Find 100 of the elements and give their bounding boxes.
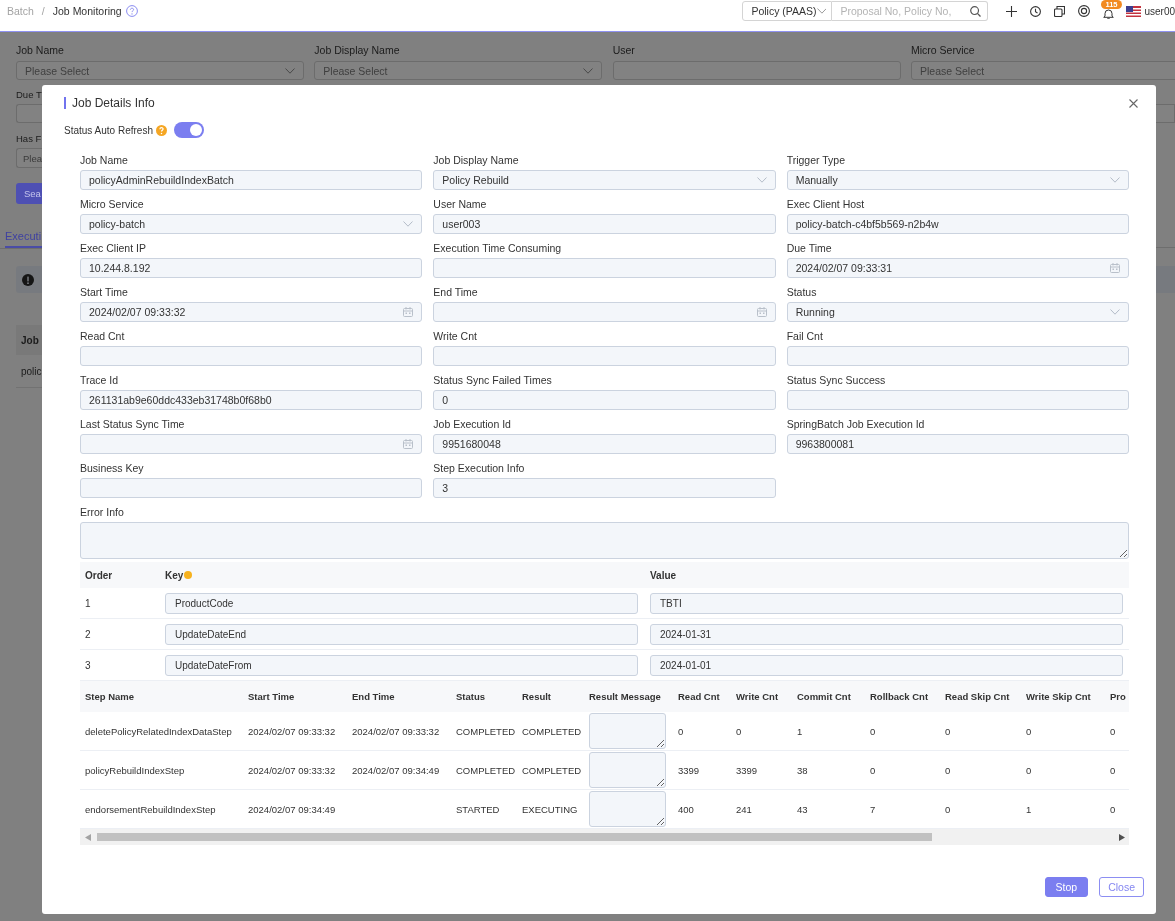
- field-label: Status: [786, 285, 818, 299]
- table-cell: 0: [678, 725, 684, 737]
- bell-icon[interactable]: [1103, 9, 1115, 19]
- table-header-cell-text: Rollback Cnt: [869, 691, 930, 702]
- table-cell: 0: [870, 764, 876, 776]
- search-field[interactable]: Proposal No, Policy No,: [832, 1, 989, 21]
- caret-icon: [583, 67, 594, 74]
- help-icon[interactable]: [125, 5, 138, 17]
- table-header-cell-text: Result: [521, 691, 553, 702]
- text-field[interactable]: 10.244.8.192: [80, 258, 423, 278]
- select-field[interactable]: policy-batch: [80, 214, 423, 234]
- table-cell: 0: [945, 764, 951, 776]
- select-field[interactable]: Manually: [786, 170, 1129, 190]
- table-header-cell: Key: [165, 569, 184, 581]
- target-icon[interactable]: [1078, 5, 1091, 17]
- search-button[interactable]: Sea: [16, 183, 42, 204]
- help-icon[interactable]: [155, 124, 167, 136]
- table-cell: COMPLETED: [456, 764, 516, 776]
- text-field[interactable]: 0: [433, 390, 776, 410]
- table-cell: 38: [797, 764, 808, 776]
- table-cell: 0: [1110, 725, 1116, 737]
- search-icon[interactable]: [970, 6, 982, 17]
- left-arrow-icon[interactable]: [85, 833, 91, 841]
- text-field[interactable]: user003: [433, 214, 776, 234]
- table-cell: 2024/02/07 09:33:32: [352, 725, 440, 737]
- table-header-cell-text: Start Time: [247, 691, 296, 702]
- table-header-cell-text: Result Message: [588, 691, 662, 702]
- table-header-cell: Value: [650, 569, 677, 581]
- table-cell: STARTED: [456, 803, 500, 815]
- table-header-cell-text: End Time: [351, 691, 396, 702]
- field-label: Error Info: [80, 505, 125, 519]
- scope-dropdown[interactable]: Policy (PAAS): [742, 1, 833, 21]
- field-label: Start Time: [80, 285, 129, 299]
- flag-icon[interactable]: [1126, 5, 1142, 17]
- table-header-cell-text: Write Skip Cnt: [1025, 691, 1092, 702]
- table-cell: 2: [85, 628, 91, 640]
- field-label: Exec Client IP: [80, 241, 147, 255]
- text-field[interactable]: policyAdminRebuildIndexBatch: [80, 170, 423, 190]
- dialog-title: Job Details Info: [64, 97, 155, 109]
- date-field[interactable]: 2024/02/07 09:33:31: [786, 258, 1129, 278]
- user-name[interactable]: user00: [1144, 5, 1175, 17]
- close-icon[interactable]: [1129, 98, 1138, 108]
- key-field[interactable]: UpdateDateFrom: [165, 654, 638, 676]
- field-label: Last Status Sync Time: [80, 417, 186, 431]
- key-field[interactable]: UpdateDateEnd: [165, 623, 638, 645]
- select-field[interactable]: Running: [786, 302, 1129, 322]
- input-field[interactable]: [16, 104, 42, 123]
- field-label: Execution Time Consuming: [433, 241, 563, 255]
- text-field[interactable]: 261131ab9e60ddc433eb31748b0f68b0: [80, 390, 423, 410]
- text-field[interactable]: [433, 258, 776, 278]
- text-field[interactable]: [80, 346, 423, 366]
- date-field[interactable]: [433, 302, 776, 322]
- result-message-field[interactable]: [589, 752, 666, 788]
- text-field[interactable]: 9963800081: [786, 434, 1129, 454]
- result-message-field[interactable]: [589, 791, 666, 827]
- date-field[interactable]: 2024/02/07 09:33:32: [80, 302, 423, 322]
- table-cell: COMPLETED: [456, 725, 516, 737]
- table-cell: deletePolicyRelatedIndexDataStep: [85, 725, 232, 737]
- calendar-icon: [403, 307, 414, 317]
- table-header-cell-text: Status: [455, 691, 487, 702]
- caret-icon: [816, 8, 827, 14]
- scrollbar-thumb[interactable]: [97, 833, 932, 841]
- horizontal-scrollbar[interactable]: [80, 829, 1129, 845]
- error-info-field[interactable]: [80, 522, 1129, 559]
- key-field[interactable]: ProductCode: [165, 592, 638, 614]
- field-label: Trigger Type: [786, 153, 847, 167]
- text-field[interactable]: [433, 346, 776, 366]
- field-label: Job Execution Id: [433, 417, 512, 431]
- clock-icon[interactable]: [1030, 5, 1042, 17]
- info-icon: [22, 273, 34, 286]
- text-field[interactable]: 9951680048: [433, 434, 776, 454]
- value-field[interactable]: TBTI: [650, 592, 1123, 614]
- breadcrumb-item: Job Monitoring: [52, 5, 122, 17]
- table-cell: 0: [1026, 764, 1032, 776]
- text-field[interactable]: [786, 346, 1129, 366]
- text-field[interactable]: 3: [433, 478, 776, 498]
- result-message-field[interactable]: [589, 713, 666, 749]
- select-field[interactable]: Policy Rebuild: [433, 170, 776, 190]
- table-header-cell-text: Pro: [1109, 691, 1127, 702]
- table-cell: 0: [1026, 725, 1032, 737]
- plus-icon[interactable]: [1006, 5, 1018, 17]
- text-field[interactable]: policy-batch-c4bf5b569-n2b4w: [786, 214, 1129, 234]
- table-cell: COMPLETED: [522, 725, 582, 737]
- right-arrow-icon[interactable]: [1119, 833, 1125, 841]
- caret-icon: [1110, 177, 1120, 183]
- table-cell: 1: [85, 597, 91, 609]
- filter-label: Micro Service: [911, 43, 976, 57]
- input-field[interactable]: [1156, 104, 1175, 123]
- date-field[interactable]: [80, 434, 423, 454]
- table-header-cell-text: Commit Cnt: [796, 691, 852, 702]
- stacked-squares-icon[interactable]: [1054, 5, 1066, 17]
- calendar-icon: [756, 307, 767, 317]
- value-field[interactable]: 2024-01-31: [650, 623, 1123, 645]
- auto-refresh-toggle[interactable]: [173, 122, 204, 138]
- value-field[interactable]: 2024-01-01: [650, 654, 1123, 676]
- caret-icon: [1110, 309, 1120, 315]
- table-header-cell: Order: [85, 569, 113, 581]
- text-field[interactable]: [786, 390, 1129, 410]
- text-field[interactable]: [80, 478, 423, 498]
- field-label: SpringBatch Job Execution Id: [786, 417, 926, 431]
